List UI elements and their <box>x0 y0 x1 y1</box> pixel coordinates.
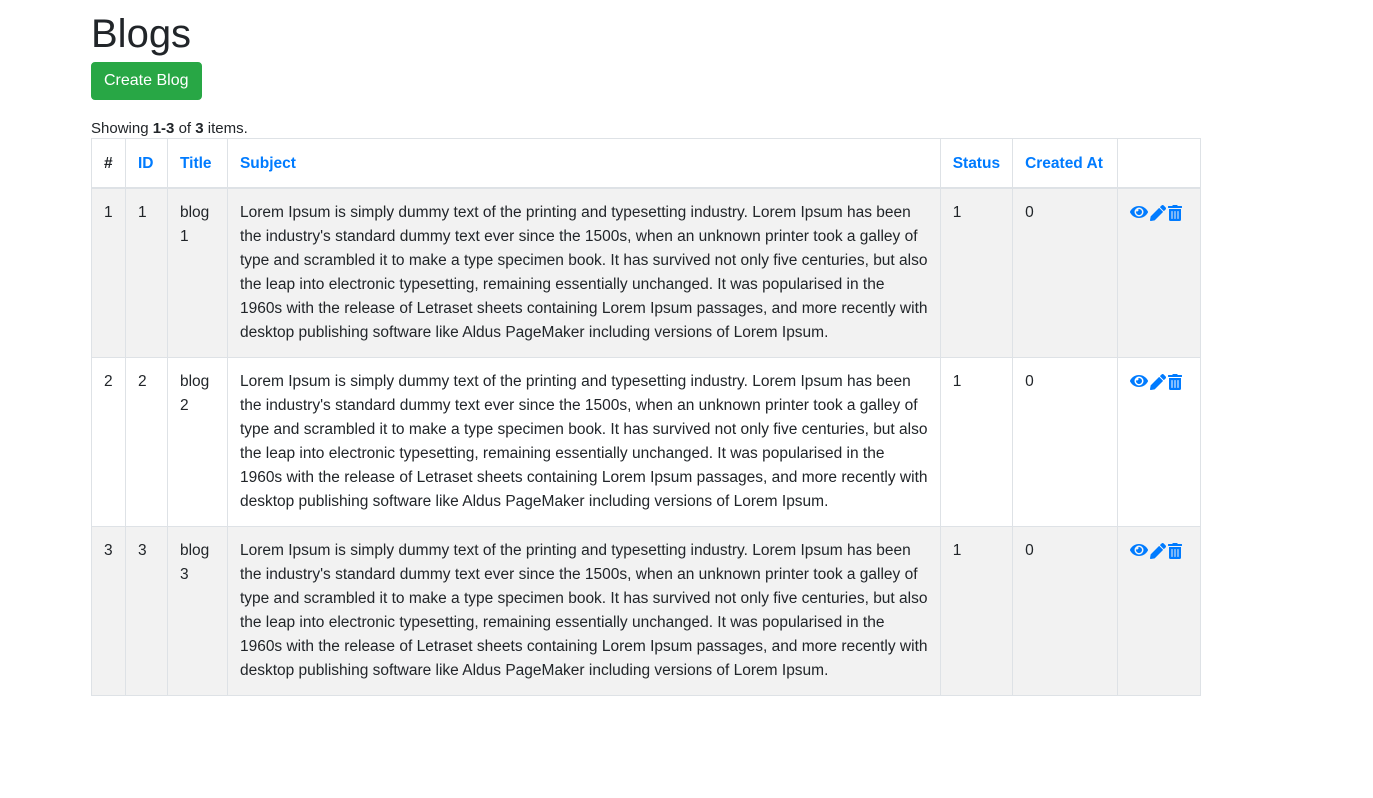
summary-prefix: Showing <box>91 120 153 137</box>
edit-button[interactable] <box>1149 543 1166 559</box>
header-row-number: # <box>91 138 126 189</box>
cell-subject: Lorem Ipsum is simply dummy text of the … <box>226 357 941 527</box>
table-row: 2 2 blog 2 Lorem Ipsum is simply dummy text… <box>91 357 1202 527</box>
cell-actions <box>1116 187 1202 358</box>
cell-status: 1 <box>939 187 1014 358</box>
cell-title: blog 1 <box>166 187 228 358</box>
trash-icon <box>1167 543 1182 559</box>
trash-icon-graphic <box>1167 374 1182 390</box>
header-status-sort-link[interactable]: Status <box>939 138 1014 189</box>
summary-suffix: items. <box>203 120 248 137</box>
pencil-icon-graphic <box>1149 543 1166 559</box>
view-button[interactable] <box>1129 374 1148 388</box>
summary-range: 1-3 <box>152 120 175 137</box>
header-id-sort-link[interactable]: ID <box>124 138 168 189</box>
cell-created-at: 0 <box>1012 357 1118 527</box>
summary-total: 3 <box>195 120 204 137</box>
cell-actions <box>1116 526 1202 696</box>
pencil-icon <box>1149 205 1166 221</box>
summary-text: Showing 1-3 of 3 items. <box>91 120 1201 138</box>
table-row: 3 3 blog 3 Lorem Ipsum is simply dummy text… <box>91 526 1202 696</box>
delete-button[interactable] <box>1167 374 1182 390</box>
trash-icon-graphic <box>1167 543 1182 559</box>
cell-row-number: 2 <box>91 357 126 527</box>
table-row: 1 1 blog 1 Lorem Ipsum is simply dummy text… <box>91 187 1202 358</box>
trash-icon <box>1167 374 1182 390</box>
cell-actions <box>1116 357 1202 527</box>
page-container: Blogs Create Blog Showing 1-3 of 3 items… <box>91 0 1202 696</box>
cell-row-number: 1 <box>91 187 126 358</box>
cell-created-at: 0 <box>1012 187 1118 358</box>
trash-icon-graphic <box>1167 205 1182 221</box>
pencil-icon <box>1149 543 1166 559</box>
page-title: Blogs <box>91 12 192 56</box>
eye-icon <box>1129 374 1148 388</box>
header-subject-sort-link[interactable]: Subject <box>226 138 941 189</box>
header-actions <box>1116 138 1202 189</box>
edit-button[interactable] <box>1149 205 1166 221</box>
view-button[interactable] <box>1129 543 1148 557</box>
eye-icon <box>1129 543 1148 557</box>
eye-icon-graphic <box>1129 375 1148 387</box>
trash-icon <box>1167 205 1182 221</box>
edit-button[interactable] <box>1149 374 1166 390</box>
header-title-sort-link[interactable]: Title <box>166 138 228 189</box>
cell-title: blog 2 <box>166 357 228 527</box>
cell-created-at: 0 <box>1012 526 1118 696</box>
blogs-table: # ID Title Subject Status Created At 11b… <box>91 138 1202 696</box>
view-button[interactable] <box>1129 205 1148 219</box>
pencil-icon-graphic <box>1149 374 1166 390</box>
delete-button[interactable] <box>1167 543 1182 559</box>
create-blog-button[interactable]: Create Blog <box>91 62 202 100</box>
cell-id: 2 <box>124 357 168 527</box>
table-header-row: # ID Title Subject Status Created At <box>91 138 1202 189</box>
eye-icon-graphic <box>1129 544 1148 556</box>
eye-icon <box>1129 205 1148 219</box>
header-created-at-sort-link[interactable]: Created At <box>1012 138 1118 189</box>
cell-id: 3 <box>124 526 168 696</box>
cell-row-number: 3 <box>91 526 126 696</box>
summary-of: of <box>174 120 196 137</box>
table-body: 1 1 blog 1 Lorem Ipsum is simply dummy text… <box>91 187 1202 696</box>
eye-icon-graphic <box>1129 206 1148 218</box>
pencil-icon-graphic <box>1149 205 1166 221</box>
cell-status: 1 <box>939 357 1014 527</box>
cell-subject: Lorem Ipsum is simply dummy text of the … <box>226 187 941 358</box>
pencil-icon <box>1149 374 1166 390</box>
cell-subject: Lorem Ipsum is simply dummy text of the … <box>226 526 941 696</box>
delete-button[interactable] <box>1167 205 1182 221</box>
cell-title: blog 3 <box>166 526 228 696</box>
cell-status: 1 <box>939 526 1014 696</box>
cell-id: 1 <box>124 187 168 358</box>
